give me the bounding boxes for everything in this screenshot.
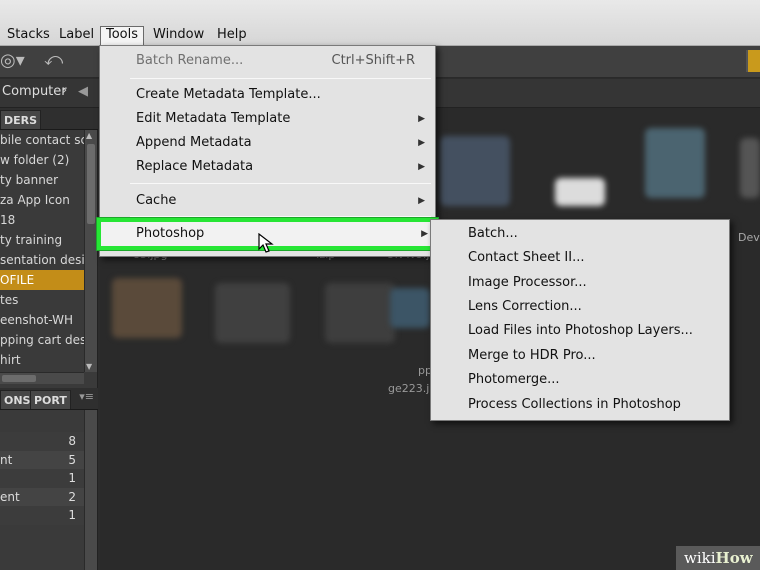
menu-item-label: Edit Metadata Template bbox=[136, 111, 291, 126]
folder-item[interactable]: eenshot-WH bbox=[0, 310, 84, 330]
menu-item-cache[interactable]: Cache ▶ bbox=[100, 189, 435, 213]
filter-spacer bbox=[0, 410, 84, 432]
folder-item[interactable]: za App Icon bbox=[0, 190, 84, 210]
menu-item-append-metadata[interactable]: Append Metadata ▶ bbox=[100, 131, 435, 155]
folder-item[interactable]: sentation design bbox=[0, 250, 84, 270]
scroll-down-icon[interactable]: ▼ bbox=[86, 362, 92, 371]
menu-bar: Stacks Label Tools Window Help bbox=[0, 0, 760, 46]
menu-item-batch-rename[interactable]: Batch Rename... Ctrl+Shift+R bbox=[100, 49, 435, 73]
filter-row[interactable]: 1 bbox=[0, 506, 84, 525]
filter-label: nt bbox=[0, 452, 13, 467]
menu-item-lens-correction[interactable]: Lens Correction... bbox=[431, 295, 729, 319]
submenu-arrow-icon: ▶ bbox=[418, 162, 425, 172]
menu-item-label: Create Metadata Template... bbox=[136, 87, 321, 102]
filter-row[interactable]: nt 5 bbox=[0, 450, 84, 469]
menu-tools[interactable]: Tools bbox=[100, 26, 145, 46]
menu-stacks[interactable]: Stacks bbox=[2, 26, 55, 46]
thumbnail-label: Dev bbox=[738, 231, 760, 244]
boomerang-icon[interactable]: ⤺ bbox=[44, 49, 63, 70]
submenu-arrow-icon: ▶ bbox=[418, 114, 425, 124]
folder-nav-icon[interactable]: ◀ bbox=[78, 84, 88, 99]
menu-item-edit-metadata-template[interactable]: Edit Metadata Template ▶ bbox=[100, 107, 435, 131]
menu-item-shortcut: Ctrl+Shift+R bbox=[331, 53, 416, 68]
menu-help[interactable]: Help bbox=[212, 26, 252, 46]
watermark-how: How bbox=[715, 549, 753, 567]
scroll-thumb[interactable] bbox=[2, 375, 36, 382]
menu-window[interactable]: Window bbox=[148, 26, 209, 46]
menu-item-process-collections[interactable]: Process Collections in Photoshop bbox=[431, 393, 729, 417]
folder-item[interactable]: tes bbox=[0, 290, 84, 310]
folder-item[interactable]: pping cart desig bbox=[0, 330, 84, 350]
filter-label: ent bbox=[0, 489, 20, 504]
folder-item-selected[interactable]: OFILE bbox=[0, 270, 84, 290]
thumbnail[interactable] bbox=[645, 128, 705, 198]
filter-scrollbar[interactable] bbox=[84, 410, 97, 570]
tab-export[interactable]: PORT bbox=[30, 390, 71, 409]
folder-list: bile contact scre w folder (2) ty banner… bbox=[0, 130, 84, 372]
menu-item-merge-to-hdr[interactable]: Merge to HDR Pro... bbox=[431, 344, 729, 368]
thumbnail[interactable] bbox=[740, 138, 760, 198]
filter-count: 1 bbox=[68, 508, 76, 522]
menu-item-image-processor[interactable]: Image Processor... bbox=[431, 271, 729, 295]
folder-item[interactable]: w folder (2) bbox=[0, 150, 84, 170]
filter-row[interactable]: 8 bbox=[0, 432, 84, 451]
thumbnail[interactable] bbox=[555, 178, 605, 206]
thumbnail[interactable] bbox=[440, 136, 510, 206]
folders-horizontal-scrollbar[interactable] bbox=[0, 372, 84, 384]
menu-separator bbox=[130, 183, 431, 184]
filter-count: 8 bbox=[68, 434, 76, 448]
panel-menu-icon[interactable]: ▾≡ bbox=[79, 390, 94, 403]
filter-tab-header: ONS PORT ▾≡ bbox=[0, 388, 98, 410]
menu-item-batch[interactable]: Batch... bbox=[431, 222, 729, 246]
folder-item[interactable]: ty training bbox=[0, 230, 84, 250]
menu-item-load-files-into-layers[interactable]: Load Files into Photoshop Layers... bbox=[431, 319, 729, 343]
menu-label[interactable]: Label bbox=[54, 26, 99, 46]
filter-count: 5 bbox=[68, 452, 76, 467]
tab-folders[interactable]: DERS bbox=[0, 110, 42, 129]
menu-item-create-metadata-template[interactable]: Create Metadata Template... bbox=[100, 83, 435, 107]
menu-item-label: Replace Metadata bbox=[136, 159, 254, 174]
breadcrumb-separator[interactable]: › bbox=[62, 83, 67, 98]
folders-tab-header: DERS bbox=[0, 108, 98, 130]
menu-item-replace-metadata[interactable]: Replace Metadata ▶ bbox=[100, 155, 435, 179]
menu-item-label: Photoshop bbox=[136, 226, 205, 241]
filter-row[interactable]: 1 bbox=[0, 469, 84, 488]
tools-menu: Batch Rename... Ctrl+Shift+R Create Meta… bbox=[97, 45, 438, 257]
menu-item-label: Cache bbox=[136, 193, 177, 208]
thumbnail[interactable] bbox=[325, 283, 395, 343]
submenu-arrow-icon: ▶ bbox=[418, 196, 425, 206]
menu-item-photomerge[interactable]: Photomerge... bbox=[431, 368, 729, 392]
folders-vertical-scrollbar[interactable]: ▲ ▼ bbox=[84, 130, 97, 372]
mouse-cursor-icon bbox=[258, 233, 274, 253]
watermark-wiki: wiki bbox=[684, 549, 716, 567]
folder-item[interactable]: hirt bbox=[0, 350, 84, 370]
filter-count: 1 bbox=[68, 471, 76, 485]
workspace-indicator[interactable] bbox=[746, 50, 760, 72]
menu-item-contact-sheet[interactable]: Contact Sheet II... bbox=[431, 246, 729, 270]
thumbnail[interactable] bbox=[215, 283, 290, 343]
camera-icon[interactable]: ◎▾ bbox=[0, 50, 25, 71]
left-panel: DERS bile contact scre w folder (2) ty b… bbox=[0, 108, 98, 570]
scroll-thumb[interactable] bbox=[87, 144, 95, 224]
menu-item-label: Append Metadata bbox=[136, 135, 252, 150]
menu-separator bbox=[130, 78, 431, 79]
scroll-up-icon[interactable]: ▲ bbox=[86, 131, 92, 140]
thumbnail[interactable] bbox=[112, 278, 182, 338]
thumbnail[interactable] bbox=[390, 288, 430, 328]
filter-list: 8 nt 5 1 ent 2 1 bbox=[0, 410, 84, 570]
wikihow-watermark: wikiHow bbox=[676, 546, 760, 570]
filter-count: 2 bbox=[68, 489, 76, 504]
menu-separator bbox=[130, 216, 431, 217]
folder-item[interactable]: ty banner bbox=[0, 170, 84, 190]
breadcrumb-computer[interactable]: Computer bbox=[2, 84, 67, 99]
photoshop-submenu: Batch... Contact Sheet II... Image Proce… bbox=[430, 219, 730, 421]
submenu-arrow-icon: ▶ bbox=[418, 138, 425, 148]
folder-item[interactable]: 18 bbox=[0, 210, 84, 230]
menu-item-label: Batch Rename... bbox=[136, 53, 244, 68]
folder-item[interactable]: bile contact scre bbox=[0, 130, 84, 150]
filter-row[interactable]: ent 2 bbox=[0, 487, 84, 506]
submenu-arrow-icon: ▶ bbox=[421, 229, 428, 239]
